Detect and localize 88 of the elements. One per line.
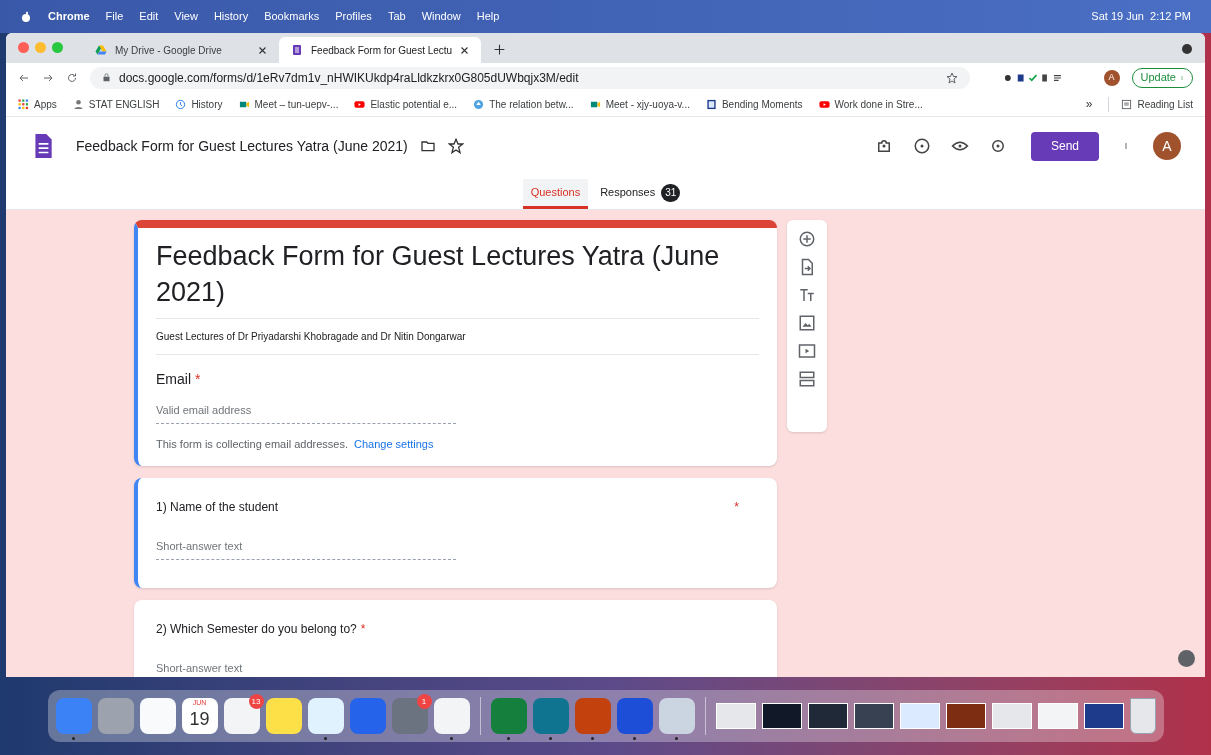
send-button[interactable]: Send [1031, 131, 1099, 161]
form-description: Guest Lectures of Dr Priyadarshi Khobragade and Dr Nitin Dongarwar [156, 319, 759, 355]
question-title: Email * [156, 370, 202, 389]
list-icon [1121, 98, 1133, 110]
window-thumbnail[interactable] [1083, 703, 1124, 729]
change-settings-link[interactable]: Change settings [353, 435, 434, 452]
play-icon [818, 98, 830, 110]
required-asterisk: * [360, 620, 366, 638]
app-icon[interactable] [223, 698, 260, 734]
window-thumbnail[interactable] [991, 703, 1032, 729]
bookmark-item[interactable]: The relation betw... [473, 96, 574, 112]
menu-item[interactable]: Profiles [335, 8, 372, 25]
reload-icon[interactable] [66, 71, 78, 84]
star-icon[interactable] [945, 71, 958, 84]
menu-bar-clock: Sat 19 Jun 2:12 PM [1091, 9, 1191, 25]
close-icon[interactable] [460, 45, 470, 55]
short-answer-field: Short-answer text [156, 659, 456, 677]
question-card[interactable]: 2) Which Semester do you belong to? * Short-answer text [134, 599, 777, 677]
question-title: 1) Name of the student [156, 499, 279, 516]
globe-icon [473, 98, 485, 110]
short-answer-field: Short-answer text [156, 538, 456, 560]
menu-item[interactable]: Bookmarks [264, 8, 320, 25]
bookmarks-overflow[interactable]: » [1085, 95, 1093, 113]
lock-icon [102, 73, 111, 82]
window-thumbnail[interactable] [1037, 703, 1078, 729]
count-badge: 31 [661, 183, 681, 202]
person-icon [72, 98, 84, 110]
app-icon[interactable] [265, 698, 302, 734]
text-size-icon[interactable] [798, 286, 816, 304]
email-field[interactable]: Valid email address [156, 402, 456, 424]
bookmark-item[interactable]: Meet - xjy-uoya-v... [589, 96, 690, 112]
image-icon[interactable] [798, 314, 816, 332]
tab-search-icon[interactable] [1181, 43, 1193, 55]
play-icon [354, 98, 366, 110]
bookmark-item[interactable]: Apps [18, 96, 57, 112]
browser-tab[interactable]: Feedback Form for Guest Lectu [279, 37, 482, 63]
address-bar[interactable]: docs.google.com/forms/d/1eRv7dm1v_nHWIKUkdp4raLldkzkrx0G805dUWbqjx3M/edit [90, 66, 970, 89]
menu-item[interactable]: View [174, 8, 198, 25]
menu-item[interactable]: History [213, 8, 249, 25]
required-asterisk: * [195, 371, 201, 387]
menu-item[interactable]: Window [421, 8, 461, 25]
profile-avatar[interactable]: A [1153, 132, 1181, 160]
trash-icon[interactable] [1129, 698, 1156, 734]
bookmark-item[interactable]: History [175, 96, 223, 112]
video-icon[interactable] [798, 342, 816, 360]
window-thumbnail[interactable] [761, 703, 802, 729]
add-circle-icon[interactable] [798, 230, 816, 248]
app-menu[interactable]: Chrome [48, 8, 90, 25]
bookmark-item[interactable]: Meet – tun-uepv-... [238, 96, 339, 112]
new-tab-icon[interactable] [493, 43, 507, 56]
browser-tab[interactable]: My Drive - Google Drive [83, 37, 279, 63]
form-tab[interactable]: Responses 31 [592, 179, 689, 209]
form-title: Feedback Form for Guest Lectures Yatra (June 2021) [76, 136, 408, 156]
required-asterisk: * [734, 499, 739, 516]
close-icon[interactable] [258, 45, 267, 55]
apps-grid-icon [18, 98, 29, 110]
bookmark-item[interactable]: Bending Moments [705, 96, 803, 112]
clock-icon [175, 98, 187, 110]
bookmark-item[interactable]: Elastic potential e... [354, 96, 458, 112]
drive-icon [95, 44, 107, 56]
bookmark-item[interactable]: STAT ENGLISH [72, 96, 160, 112]
question-card[interactable]: 1) Name of the student * Short-answer text [134, 478, 777, 588]
reading-list-button[interactable]: Reading List [1108, 96, 1193, 112]
window-thumbnail[interactable] [715, 703, 756, 729]
app-icon[interactable] [139, 698, 176, 734]
document-icon [705, 98, 717, 110]
collection-note: This form is collecting email addresses. [156, 436, 348, 452]
apple-logo-icon[interactable] [20, 10, 32, 23]
window-thumbnail[interactable] [899, 703, 940, 729]
question-title: 2) Which Semester do you belong to? [156, 620, 357, 638]
window-thumbnail[interactable] [853, 703, 894, 729]
bookmark-item[interactable]: Work done in Stre... [818, 96, 923, 112]
window-thumbnail[interactable] [807, 703, 848, 729]
form-heading: Feedback Form for Guest Lectures Yatra (June 2021) [156, 238, 759, 319]
app-icon[interactable] [307, 698, 344, 734]
form-icon [291, 44, 303, 56]
menu-item[interactable]: Help [476, 8, 500, 25]
menu-item[interactable]: Tab [387, 8, 406, 25]
folder-icon[interactable] [419, 138, 436, 154]
menu-item[interactable]: File [105, 8, 124, 25]
star-icon[interactable] [447, 138, 464, 154]
app-icon[interactable] [433, 698, 470, 734]
menu-item[interactable]: Edit [139, 8, 159, 25]
profile-avatar[interactable]: A [1103, 69, 1120, 86]
form-tab[interactable]: Questions [522, 179, 589, 209]
window-thumbnail[interactable] [945, 703, 986, 729]
help-icon[interactable] [1178, 650, 1195, 667]
section-icon[interactable] [798, 370, 816, 388]
